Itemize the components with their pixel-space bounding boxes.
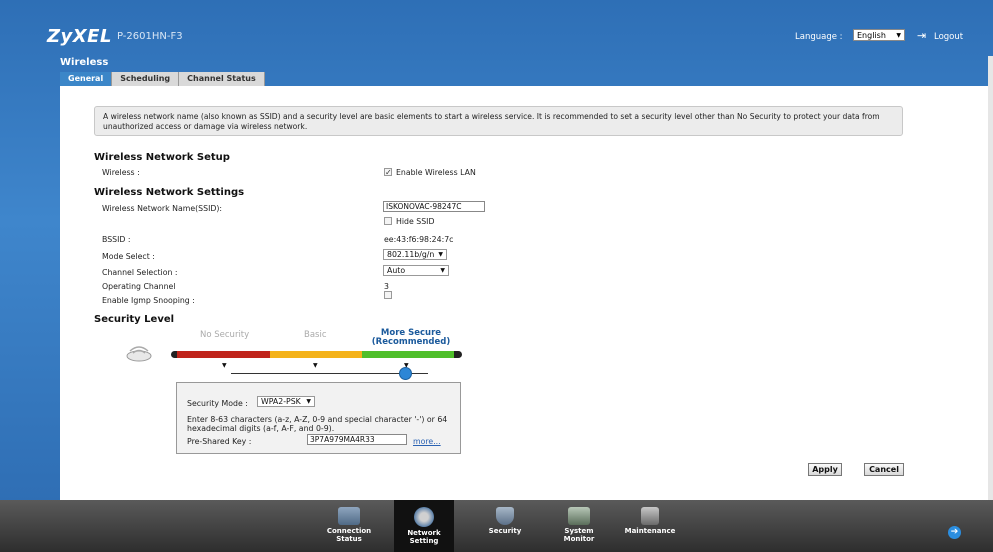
dock-label: Connection: [326, 527, 372, 535]
hide-ssid-checkbox[interactable]: [384, 217, 392, 225]
language-select[interactable]: English ▼: [853, 29, 905, 41]
security-level-basic[interactable]: Basic: [304, 330, 327, 340]
page-title: Wireless: [60, 57, 109, 68]
bssid-value: ee:43:f6:98:24:7c: [384, 235, 454, 244]
dock-label: Monitor: [563, 535, 595, 543]
tab-channel-status[interactable]: Channel Status: [179, 72, 265, 86]
psk-hint-text: Enter 8-63 characters (a-z, A-Z, 0-9 and…: [187, 415, 448, 433]
operating-channel-label: Operating Channel: [102, 282, 176, 291]
dock-label: Network: [407, 529, 441, 537]
dock-security[interactable]: Security: [475, 500, 535, 552]
chevron-down-icon: ▼: [896, 32, 901, 39]
operating-channel-value: 3: [384, 282, 389, 291]
dock-label: System: [564, 527, 594, 535]
security-mode-value: WPA2-PSK: [261, 397, 301, 406]
dock-label: Setting: [409, 537, 439, 545]
security-bar-yellow: [270, 351, 362, 358]
maintenance-icon: [641, 507, 659, 525]
dock-network-setting[interactable]: Network Setting: [394, 500, 454, 552]
psk-label: Pre-Shared Key :: [187, 437, 252, 446]
security-level-selected-line2: (Recommended): [371, 337, 451, 347]
next-arrow-icon[interactable]: ➔: [948, 526, 961, 539]
apply-button[interactable]: Apply: [808, 463, 842, 476]
mode-select-label: Mode Select :: [102, 252, 155, 261]
cancel-button[interactable]: Cancel: [864, 463, 904, 476]
security-bar-cap-right: [454, 351, 462, 358]
dock-label: Security: [488, 527, 522, 535]
security-mode-select[interactable]: WPA2-PSK ▼: [257, 396, 315, 407]
more-link[interactable]: more...: [413, 437, 441, 446]
main-panel: A wireless network name (also known as S…: [60, 86, 988, 500]
security-bar-red: [177, 351, 270, 358]
panel-scrollbar[interactable]: [988, 56, 993, 500]
brand-logo: ZyXEL: [47, 26, 112, 47]
dock-label: Maintenance: [624, 527, 676, 535]
bssid-label: BSSID :: [102, 235, 131, 244]
mode-select[interactable]: 802.11b/g/n ▼: [383, 249, 447, 260]
info-box: A wireless network name (also known as S…: [94, 106, 903, 136]
logout-link[interactable]: Logout: [934, 32, 963, 42]
wifi-router-icon: [124, 343, 154, 365]
channel-select-value: Auto: [387, 266, 406, 275]
tab-bar: General Scheduling Channel Status: [60, 72, 265, 86]
chevron-down-icon: ▼: [306, 398, 311, 405]
bottom-dock: Connection Status Network Setting Securi…: [0, 500, 993, 552]
chevron-down-icon: ▼: [438, 251, 443, 258]
connection-status-icon: [338, 507, 360, 525]
channel-selection-label: Channel Selection :: [102, 268, 178, 277]
ssid-label: Wireless Network Name(SSID):: [102, 204, 223, 213]
enable-wireless-checkbox[interactable]: ✓: [384, 168, 392, 177]
tab-scheduling[interactable]: Scheduling: [112, 72, 180, 86]
security-level-no-security[interactable]: No Security: [200, 330, 249, 340]
mode-select-value: 802.11b/g/n: [387, 250, 435, 259]
system-monitor-icon: [568, 507, 590, 525]
tick-marker-icon: ▼: [222, 362, 227, 369]
security-level-heading: Security Level: [94, 314, 175, 325]
network-setting-icon: [414, 507, 434, 527]
model-name: P-2601HN-F3: [117, 31, 183, 42]
language-value: English: [857, 31, 886, 40]
dock-maintenance[interactable]: Maintenance: [620, 500, 680, 552]
channel-select[interactable]: Auto ▼: [383, 265, 449, 276]
dock-label: Status: [336, 535, 362, 543]
psk-input[interactable]: 3P7A979MA4R33: [307, 434, 407, 445]
security-bar-green: [362, 351, 456, 358]
setup-heading: Wireless Network Setup: [94, 152, 230, 163]
hide-ssid-label: Hide SSID: [396, 217, 435, 226]
igmp-snooping-label: Enable Igmp Snooping :: [102, 296, 195, 305]
security-slider-knob[interactable]: [399, 367, 412, 380]
igmp-snooping-checkbox[interactable]: [384, 291, 392, 299]
tab-general[interactable]: General: [60, 72, 113, 86]
enable-wireless-label: Enable Wireless LAN: [396, 168, 476, 177]
settings-heading: Wireless Network Settings: [94, 187, 245, 198]
dock-connection-status[interactable]: Connection Status: [319, 500, 379, 552]
tick-marker-icon: ▼: [313, 362, 318, 369]
dock-system-monitor[interactable]: System Monitor: [549, 500, 609, 552]
language-label: Language :: [795, 32, 843, 42]
wireless-label: Wireless :: [102, 168, 140, 177]
chevron-down-icon: ▼: [440, 267, 445, 274]
ssid-input[interactable]: ISKONOVAC-98247C: [383, 201, 485, 212]
security-level-more-secure[interactable]: More Secure (Recommended): [364, 329, 458, 347]
logout-icon[interactable]: ⇥: [917, 30, 927, 42]
security-icon: [496, 507, 514, 525]
security-mode-label: Security Mode :: [187, 399, 248, 408]
security-settings-box: Security Mode : WPA2-PSK ▼ Enter 8-63 ch…: [176, 382, 461, 454]
